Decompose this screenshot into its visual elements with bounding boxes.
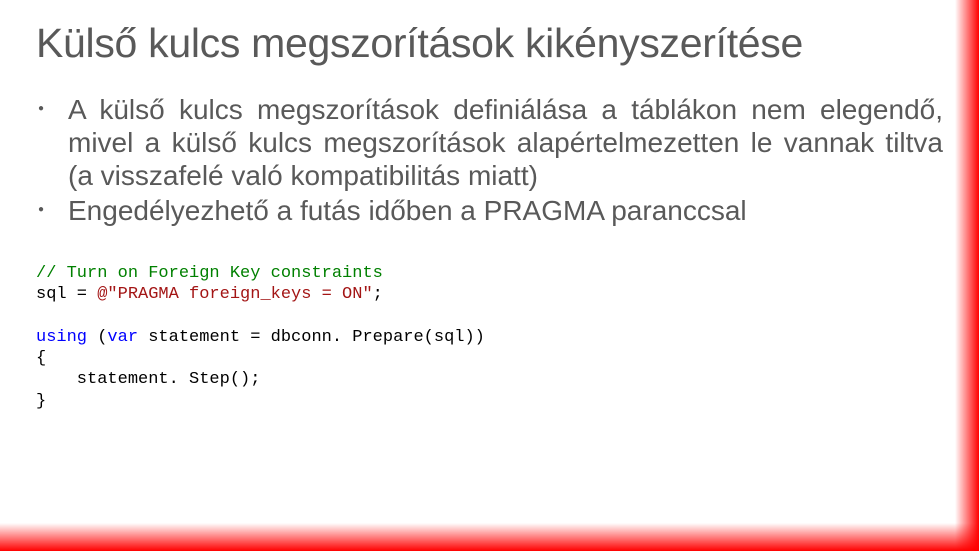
code-text: { xyxy=(36,349,46,368)
bullet-item: A külső kulcs megszorítások definiálása … xyxy=(68,93,943,192)
bullet-list: A külső kulcs megszorítások definiálása … xyxy=(36,93,943,227)
code-text: } xyxy=(36,392,46,411)
code-block: // Turn on Foreign Key constraints sql =… xyxy=(36,263,943,412)
code-keyword: using xyxy=(36,328,87,347)
code-text: statement. Step(); xyxy=(36,370,260,389)
code-text: sql = xyxy=(36,285,97,304)
code-keyword: var xyxy=(107,328,138,347)
code-text: statement = dbconn. Prepare(sql)) xyxy=(138,328,485,347)
decorative-edge-bottom xyxy=(0,523,979,551)
decorative-edge-right xyxy=(955,0,979,551)
bullet-item: Engedélyezhető a futás időben a PRAGMA p… xyxy=(68,194,943,227)
code-text: ; xyxy=(373,285,383,304)
code-text: ( xyxy=(87,328,107,347)
code-string: @"PRAGMA foreign_keys = ON" xyxy=(97,285,372,304)
code-comment: // Turn on Foreign Key constraints xyxy=(36,264,383,283)
slide-title: Külső kulcs megszorítások kikényszerítés… xyxy=(36,20,943,67)
slide: Külső kulcs megszorítások kikényszerítés… xyxy=(0,0,979,551)
